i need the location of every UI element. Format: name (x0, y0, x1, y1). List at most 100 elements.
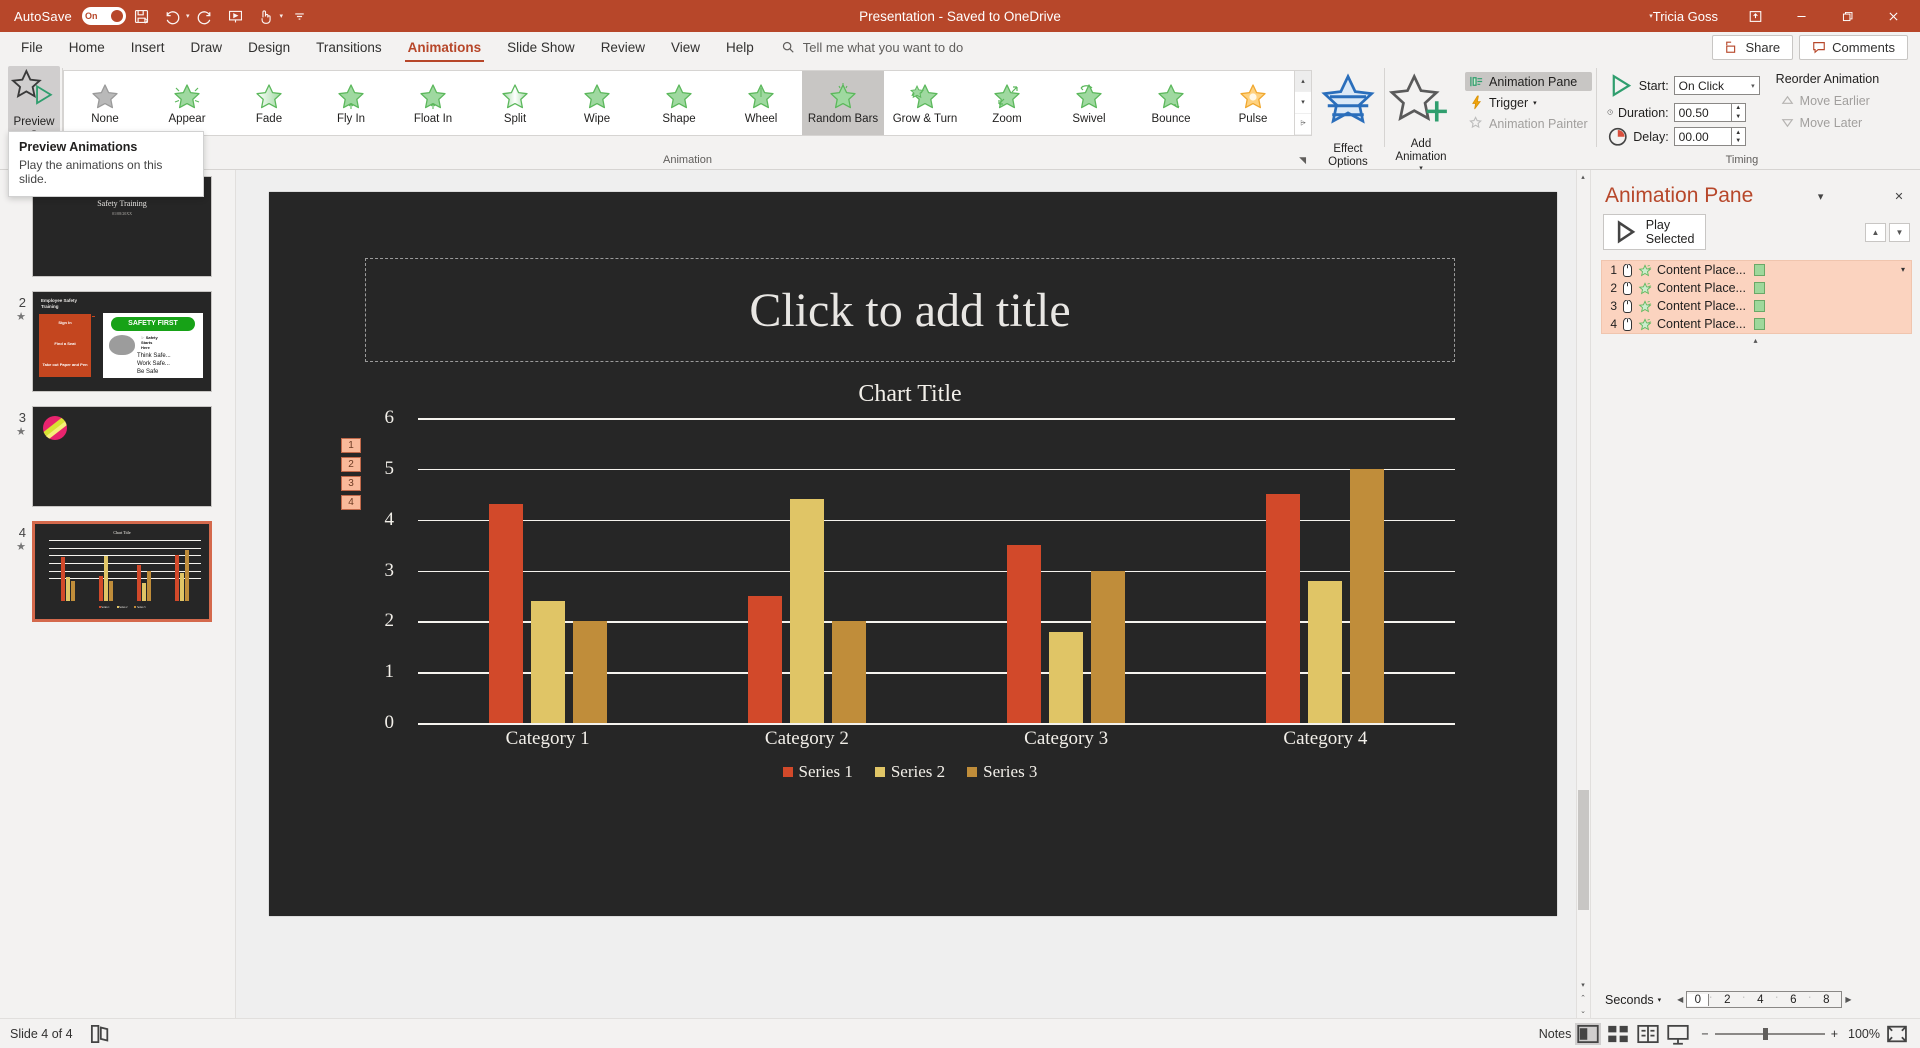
animation-list-item[interactable]: 3 Content Place... (1602, 297, 1911, 315)
play-selected-button[interactable]: Play Selected (1603, 214, 1707, 250)
tab-slide-show[interactable]: Slide Show (494, 36, 588, 59)
tab-file[interactable]: File (8, 36, 56, 59)
zoom-level[interactable]: 100% (1848, 1027, 1880, 1041)
seconds-chevron-down-icon[interactable]: ▾ (1658, 996, 1662, 1004)
trigger-button[interactable]: Trigger ▾ (1465, 93, 1592, 112)
touch-mode-icon[interactable] (252, 3, 280, 29)
tab-home[interactable]: Home (56, 36, 118, 59)
tab-insert[interactable]: Insert (118, 36, 178, 59)
animation-zoom[interactable]: Zoom (966, 71, 1048, 135)
gallery-scroll-controls[interactable]: ▴ ▾ ⩥ (1295, 70, 1312, 136)
tab-animations[interactable]: Animations (395, 36, 495, 63)
animation-wipe[interactable]: Wipe (556, 71, 638, 135)
delay-stepper[interactable]: ▲ ▼ (1731, 127, 1746, 147)
animation-flyin[interactable]: Fly In (310, 71, 392, 135)
undo-icon[interactable] (158, 3, 186, 29)
current-slide[interactable]: Click to add title 1 2 3 4 Chart Title 6 5 4 3… (269, 192, 1557, 916)
minimize-button[interactable] (1778, 0, 1824, 32)
animation-split[interactable]: Split (474, 71, 556, 135)
slide-sorter-icon[interactable] (1605, 1023, 1631, 1045)
animation-wheel[interactable]: Wheel (720, 71, 802, 135)
animation-list-item[interactable]: 1 Content Place... (1602, 261, 1911, 279)
ribbon-display-options-icon[interactable] (1732, 0, 1778, 32)
animation-dialog-launcher[interactable]: ◥ (1299, 155, 1306, 166)
tab-help[interactable]: Help (713, 36, 767, 59)
close-button[interactable] (1870, 0, 1916, 32)
zoom-slider[interactable]: − + (1701, 1027, 1838, 1041)
start-dropdown[interactable]: On Click ▾ (1673, 76, 1760, 96)
save-icon[interactable] (128, 3, 156, 29)
zoom-out-icon[interactable]: − (1701, 1027, 1708, 1041)
notes-button[interactable]: Notes (1533, 1023, 1572, 1045)
animation-list-item[interactable]: 2 Content Place... (1602, 279, 1911, 297)
animation-growturn[interactable]: Grow & Turn (884, 71, 966, 135)
animation-list-item[interactable]: 4 Content Place... (1602, 315, 1911, 333)
tab-draw[interactable]: Draw (178, 36, 236, 59)
slide-vertical-scrollbar[interactable]: ▴ ▾ ⌃ ⌄ (1576, 170, 1590, 1018)
animation-pane-close-icon[interactable]: ✕ (1888, 185, 1910, 207)
duration-input[interactable]: 00.50 (1673, 103, 1732, 123)
animation-pane-menu-icon[interactable]: ▾ (1810, 185, 1832, 207)
thumbnail-canvas[interactable] (32, 406, 212, 507)
animation-fade[interactable]: Fade (228, 71, 310, 135)
animation-pane-button[interactable]: Animation Pane (1465, 72, 1592, 91)
chart-placeholder[interactable]: Chart Title 6 5 4 3 2 1 0 Category 1 Category 2… (365, 377, 1455, 797)
tab-transitions[interactable]: Transitions (303, 36, 395, 59)
animation-tag-1[interactable]: 1 (341, 438, 361, 453)
user-account-name[interactable]: Tricia Goss (1653, 9, 1718, 24)
start-chevron-down-icon[interactable]: ▾ (1751, 82, 1755, 90)
previous-slide-icon[interactable]: ⌃ (1577, 991, 1589, 1005)
animation-timeline[interactable]: ◀ 0ˈ2ˈ4ˈ6ˈ8 ▶ (1677, 991, 1851, 1008)
normal-view-icon[interactable] (1575, 1022, 1602, 1045)
next-slide-icon[interactable]: ⌄ (1577, 1004, 1589, 1018)
scroll-thumb[interactable] (1578, 790, 1589, 910)
accessibility-icon[interactable] (87, 1023, 113, 1045)
slide-thumbnail-3[interactable]: 3 ★ (0, 406, 235, 507)
animation-floatin[interactable]: Float In (392, 71, 474, 135)
animation-duration-bar[interactable] (1753, 318, 1765, 330)
timeline-left-icon[interactable]: ◀ (1677, 995, 1683, 1004)
zoom-track[interactable] (1714, 1027, 1825, 1040)
tab-design[interactable]: Design (235, 36, 303, 59)
start-slideshow-icon[interactable] (222, 3, 250, 29)
animation-swivel[interactable]: Swivel (1048, 71, 1130, 135)
zoom-in-icon[interactable]: + (1831, 1027, 1838, 1041)
timeline-right-icon[interactable]: ▶ (1845, 995, 1851, 1004)
animation-tag-4[interactable]: 4 (341, 495, 361, 510)
title-placeholder[interactable]: Click to add title (365, 258, 1455, 362)
customize-qat-icon[interactable] (285, 3, 313, 29)
animation-list[interactable]: ▾ 1 Content Place... 2 Content Place... 3 Con… (1601, 260, 1912, 334)
animation-appear[interactable]: Appear (146, 71, 228, 135)
animation-gallery[interactable]: None Appear Fade Fly In Float In Split Wipe Sha… (63, 70, 1295, 136)
animation-duration-bar[interactable] (1753, 264, 1765, 276)
animation-none[interactable]: None (64, 71, 146, 135)
redo-icon[interactable] (192, 3, 220, 29)
tab-view[interactable]: View (658, 36, 713, 59)
autosave-toggle[interactable]: On (81, 7, 126, 25)
slide-thumbnail-panel[interactable]: 1Safety Training01/08/20XX2★Employee Saf… (0, 170, 236, 1018)
slide-thumbnail-4[interactable]: 4 ★ Chart Title Series 1 Series 2 Series 3 (0, 521, 235, 622)
animation-tag-2[interactable]: 2 (341, 457, 361, 472)
slideshow-view-icon[interactable] (1665, 1023, 1691, 1045)
duration-stepper[interactable]: ▲ ▼ (1731, 103, 1746, 123)
restore-button[interactable] (1824, 0, 1870, 32)
add-animation-button[interactable]: Add Animation ▾ (1385, 64, 1457, 172)
scroll-up-icon[interactable]: ▴ (1577, 170, 1589, 184)
gallery-more-icon[interactable]: ⩥ (1295, 114, 1311, 135)
animation-pulse[interactable]: Pulse (1212, 71, 1294, 135)
thumbnail-canvas[interactable]: Chart Title Series 1 Series 2 Series 3 (32, 521, 212, 622)
animation-list-collapse-icon[interactable]: ▴ (1591, 334, 1920, 345)
animation-list-expand-icon[interactable]: ▾ (1901, 265, 1905, 274)
trigger-dropdown-icon[interactable]: ▾ (1533, 99, 1537, 107)
comments-button[interactable]: Comments (1799, 34, 1908, 60)
tell-me-search[interactable]: Tell me what you want to do (781, 40, 963, 55)
thumbnail-canvas[interactable]: Employee Safety Training Sign In Find a Sea… (32, 291, 212, 392)
scroll-down-icon[interactable]: ▾ (1577, 978, 1589, 992)
seconds-dropdown[interactable]: Seconds ▾ (1605, 993, 1661, 1007)
animation-order-tags[interactable]: 1 2 3 4 (341, 438, 361, 510)
animation-tag-3[interactable]: 3 (341, 476, 361, 491)
animation-bounce[interactable]: Bounce (1130, 71, 1212, 135)
move-down-icon[interactable]: ▼ (1889, 222, 1910, 242)
gallery-scroll-down-icon[interactable]: ▾ (1295, 92, 1311, 114)
delay-input[interactable]: 00.00 (1673, 127, 1732, 147)
